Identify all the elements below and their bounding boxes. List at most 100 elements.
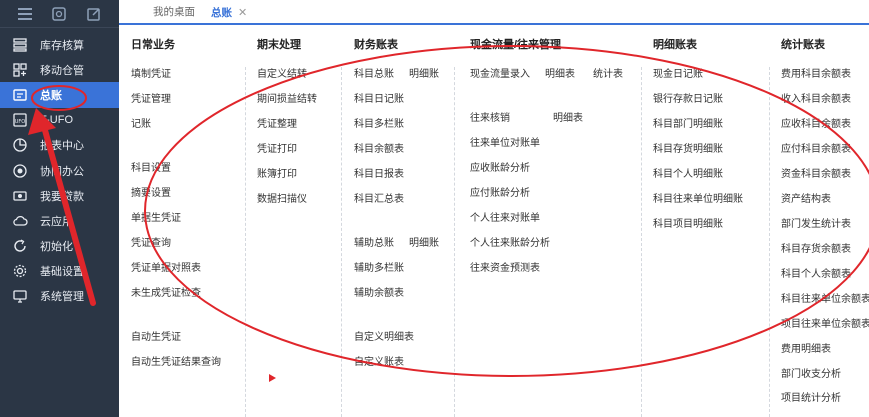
link-post[interactable]: 记账 xyxy=(131,115,151,130)
sidebar-item-inventory[interactable]: 库存核算 xyxy=(0,32,119,57)
link-account-summary[interactable]: 科目汇总表 xyxy=(354,190,404,205)
edit-icon[interactable] xyxy=(86,6,102,22)
link-writeoff-detail[interactable]: 明细表 xyxy=(553,109,583,124)
search-doc-icon[interactable] xyxy=(51,6,67,22)
link-unvouchered-check[interactable]: 未生成凭证检查 xyxy=(131,284,201,299)
link-summary-settings[interactable]: 摘要设置 xyxy=(131,184,171,199)
link-account-multicolumn[interactable]: 科目多栏账 xyxy=(354,115,404,130)
sidebar-item-label: 移动仓管 xyxy=(40,64,84,77)
pie-chart-icon xyxy=(11,136,29,154)
sidebar-item-loan[interactable]: 我要贷款 xyxy=(0,183,119,208)
tab-general-ledger[interactable]: 总账 ✕ xyxy=(203,2,256,25)
link-account-balance[interactable]: 科目余额表 xyxy=(354,140,404,155)
grid-icon xyxy=(11,61,29,79)
link-partner-detail[interactable]: 科目往来单位明细账 xyxy=(653,190,743,205)
sidebar-item-initialize[interactable]: 初始化 xyxy=(0,234,119,259)
link-custom-carryforward[interactable]: 自定义结转 xyxy=(257,65,307,80)
link-aux-detail-ledger[interactable]: 明细账 xyxy=(409,234,439,249)
sidebar-item-system-admin[interactable]: 系统管理 xyxy=(0,284,119,309)
sidebar-item-basic-settings[interactable]: 基础设置 xyxy=(0,259,119,284)
column-title: 日常业务 xyxy=(131,39,175,51)
link-personal-detail[interactable]: 科目个人明细账 xyxy=(653,165,723,180)
link-inventory-balance[interactable]: 科目存货余额表 xyxy=(781,240,851,255)
tab-bar: 我的桌面 总账 ✕ xyxy=(119,0,869,25)
link-voucher-print[interactable]: 凭证打印 xyxy=(257,140,297,155)
system-icon xyxy=(11,287,29,305)
link-asset-structure[interactable]: 资产结构表 xyxy=(781,190,831,205)
link-partner-statement[interactable]: 往来单位对账单 xyxy=(470,134,540,149)
link-custom-report[interactable]: 自定义账表 xyxy=(354,353,404,368)
ufo-icon: UFO xyxy=(11,111,29,129)
link-cash-journal[interactable]: 现金日记账 xyxy=(653,65,703,80)
link-aux-balance[interactable]: 辅助余额表 xyxy=(354,284,404,299)
link-account-general-ledger[interactable]: 科目总账 xyxy=(354,65,394,80)
column-cashflow-dealings: 现金流量/往来管理 xyxy=(470,35,561,417)
link-project-detail[interactable]: 科目项目明细账 xyxy=(653,215,723,230)
link-account-daily-report[interactable]: 科目日报表 xyxy=(354,165,404,180)
sidebar-item-mobile-warehouse[interactable]: 移动仓管 xyxy=(0,57,119,82)
link-auto-voucher-result[interactable]: 自动生凭证结果查询 xyxy=(131,353,221,368)
link-payable-balance[interactable]: 应付科目余额表 xyxy=(781,140,851,155)
sidebar-item-collaboration[interactable]: 协同办公 xyxy=(0,158,119,183)
link-voucher-management[interactable]: 凭证管理 xyxy=(131,90,171,105)
link-inventory-detail[interactable]: 科目存货明细账 xyxy=(653,140,723,155)
link-fill-voucher[interactable]: 填制凭证 xyxy=(131,65,171,80)
sidebar-item-label: 我要贷款 xyxy=(40,190,84,203)
tab-label: 总账 xyxy=(211,7,232,19)
link-personal-statement[interactable]: 个人往来对账单 xyxy=(470,209,540,224)
link-cashflow-entry[interactable]: 现金流量录入 xyxy=(470,65,530,80)
link-account-journal[interactable]: 科目日记账 xyxy=(354,90,404,105)
link-aux-multicolumn[interactable]: 辅助多栏账 xyxy=(354,259,404,274)
link-expense-balance[interactable]: 费用科目余额表 xyxy=(781,65,851,80)
link-document-to-voucher[interactable]: 单据生凭证 xyxy=(131,209,181,224)
close-icon[interactable]: ✕ xyxy=(238,6,247,19)
link-project-partner-balance[interactable]: 项目往来单位余额表 xyxy=(781,315,869,330)
link-fund-forecast[interactable]: 往来资金预测表 xyxy=(470,259,540,274)
sidebar-item-report-center[interactable]: 报表中心 xyxy=(0,133,119,158)
link-dealings-writeoff[interactable]: 往来核销 xyxy=(470,109,510,124)
sidebar-item-label: 报表中心 xyxy=(40,140,84,153)
link-voucher-doc-crossref[interactable]: 凭证单据对照表 xyxy=(131,259,201,274)
link-detail-ledger[interactable]: 明细账 xyxy=(409,65,439,80)
link-receivable-balance[interactable]: 应收科目余额表 xyxy=(781,115,851,130)
link-partner-balance[interactable]: 科目往来单位余额表 xyxy=(781,290,869,305)
svg-text:UFO: UFO xyxy=(15,119,26,125)
sidebar-item-t-ufo[interactable]: UFO T-UFO xyxy=(0,108,119,133)
link-dept-detail[interactable]: 科目部门明细账 xyxy=(653,115,723,130)
init-icon xyxy=(11,237,29,255)
column-title: 明细账表 xyxy=(653,39,697,51)
link-data-scanner[interactable]: 数据扫描仪 xyxy=(257,190,307,205)
loan-icon xyxy=(11,187,29,205)
link-income-balance[interactable]: 收入科目余额表 xyxy=(781,90,851,105)
sidebar-item-general-ledger[interactable]: 总账 xyxy=(0,82,119,108)
link-account-settings[interactable]: 科目设置 xyxy=(131,159,171,174)
ledger-icon xyxy=(11,86,29,104)
link-bank-journal[interactable]: 银行存款日记账 xyxy=(653,90,723,105)
link-custom-detail[interactable]: 自定义明细表 xyxy=(354,328,414,343)
menu-icon[interactable] xyxy=(17,6,33,22)
tab-my-desktop[interactable]: 我的桌面 xyxy=(145,0,203,23)
link-personal-aging[interactable]: 个人往来账龄分析 xyxy=(470,234,550,249)
link-expense-detail[interactable]: 费用明细表 xyxy=(781,340,831,355)
link-receivable-aging[interactable]: 应收账龄分析 xyxy=(470,159,530,174)
link-voucher-organize[interactable]: 凭证整理 xyxy=(257,115,297,130)
link-voucher-query[interactable]: 凭证查询 xyxy=(131,234,171,249)
link-personal-balance[interactable]: 科目个人余额表 xyxy=(781,265,851,280)
link-project-stats-analysis[interactable]: 项目统计分析 xyxy=(781,389,841,404)
link-book-print[interactable]: 账簿打印 xyxy=(257,165,297,180)
link-dept-stats[interactable]: 部门发生统计表 xyxy=(781,215,851,230)
sidebar-item-cloud-apps[interactable]: 云应用 xyxy=(0,208,119,233)
link-pl-carryforward[interactable]: 期间损益结转 xyxy=(257,90,317,105)
link-aux-general-ledger[interactable]: 辅助总账 xyxy=(354,234,394,249)
link-cashflow-detail[interactable]: 明细表 xyxy=(545,65,575,80)
link-auto-voucher[interactable]: 自动生凭证 xyxy=(131,328,181,343)
link-dept-income-analysis[interactable]: 部门收支分析 xyxy=(781,365,841,380)
tab-label: 我的桌面 xyxy=(153,6,195,18)
column-title: 统计账表 xyxy=(781,39,825,51)
sidebar-item-label: 总账 xyxy=(40,89,62,102)
link-payable-aging[interactable]: 应付账龄分析 xyxy=(470,184,530,199)
sidebar-item-label: 库存核算 xyxy=(40,39,84,52)
link-fund-balance[interactable]: 资金科目余额表 xyxy=(781,165,851,180)
link-cashflow-stats[interactable]: 统计表 xyxy=(593,65,623,80)
sidebar-item-label: 协同办公 xyxy=(40,165,84,178)
